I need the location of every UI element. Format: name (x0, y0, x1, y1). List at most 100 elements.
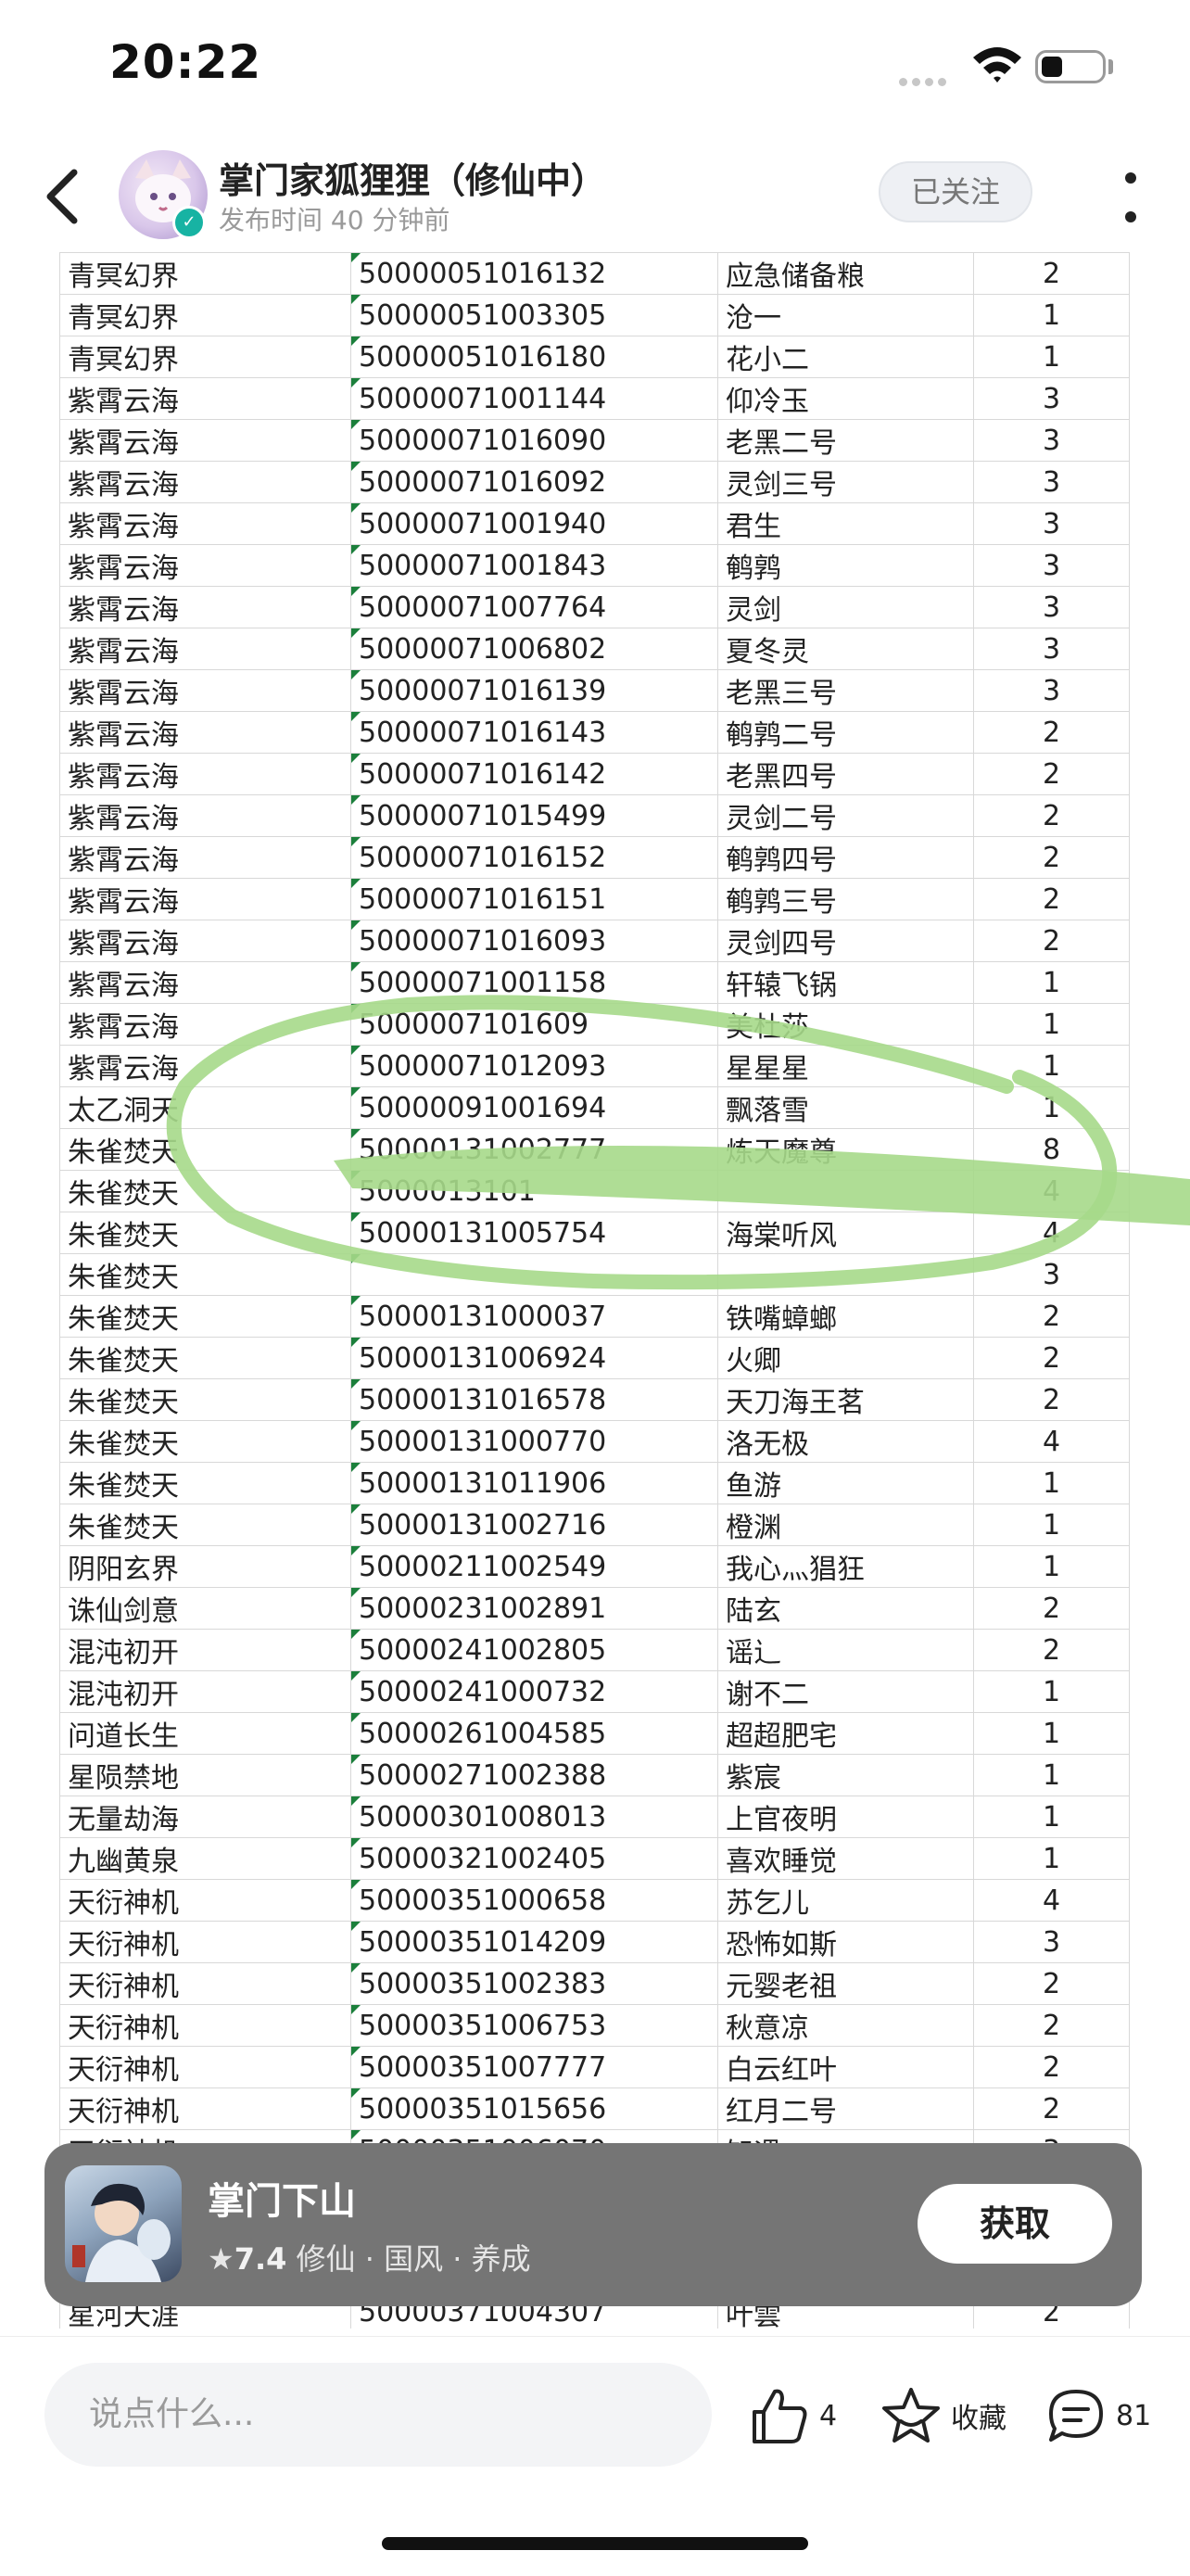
nickname-cell: 红月二号 (717, 2087, 974, 2130)
count-cell: 1 (973, 1837, 1130, 1880)
count-cell: 2 (973, 836, 1130, 879)
table-row: 朱雀焚天 5000013101 4 (59, 1170, 1130, 1212)
nickname-cell: 铁嘴蟑螂 (717, 1295, 974, 1338)
get-app-button[interactable]: 获取 (918, 2184, 1112, 2264)
server-cell: 天衍神机 (59, 2004, 351, 2047)
favorite-label: 收藏 (951, 2403, 1006, 2435)
count-cell: 2 (973, 2087, 1130, 2130)
server-cell: 紫霄云海 (59, 961, 351, 1004)
verified-badge-icon: ✓ (172, 206, 206, 239)
table-row: 紫霄云海 50000071001144 仰冷玉 3 (59, 377, 1130, 420)
nickname-cell: 鹌鹑四号 (717, 836, 974, 879)
comment-input[interactable]: 说点什么... (44, 2363, 712, 2467)
id-cell: 50000261004585 (350, 1712, 718, 1755)
nickname-cell: 沧一 (717, 294, 974, 336)
id-cell: 50000071016093 (350, 920, 718, 962)
count-cell: 1 (973, 1045, 1130, 1087)
id-cell: 50000071001158 (350, 961, 718, 1004)
nickname-cell: 鱼游 (717, 1462, 974, 1504)
table-row: 紫霄云海 50000071016143 鹌鹑二号 2 (59, 711, 1130, 754)
server-cell: 朱雀焚天 (59, 1462, 351, 1504)
follow-button[interactable]: 已关注 (879, 161, 1032, 222)
wifi-icon (973, 47, 1021, 82)
back-arrow-icon[interactable] (37, 159, 93, 234)
nickname-cell: 橙渊 (717, 1504, 974, 1546)
table-row: 朱雀焚天 50000131000037 铁嘴蟑螂 2 (59, 1295, 1130, 1338)
author-name[interactable]: 掌门家狐狸狸（修仙中） (219, 152, 606, 203)
table-row: 紫霄云海 50000071012093 星星星 1 (59, 1045, 1130, 1087)
app-promo-card[interactable]: 掌门下山 ★7.4 修仙 · 国风 · 养成 获取 (44, 2143, 1142, 2306)
table-row: 青冥幻界 50000051003305 沧一 1 (59, 294, 1130, 336)
nickname-cell: 老黑三号 (717, 669, 974, 712)
table-row: 紫霄云海 50000071016139 老黑三号 3 (59, 669, 1130, 712)
nickname-cell: 元婴老祖 (717, 1962, 974, 2005)
count-cell: 3 (973, 502, 1130, 545)
count-cell: 1 (973, 294, 1130, 336)
server-cell: 紫霄云海 (59, 461, 351, 503)
id-cell: 50000351002383 (350, 1962, 718, 2005)
publish-time: 发布时间 40 分钟前 (219, 205, 450, 235)
server-cell: 朱雀焚天 (59, 1295, 351, 1338)
app-meta: ★7.4 修仙 · 国风 · 养成 (208, 2236, 531, 2278)
nickname-cell: 白云红叶 (717, 2046, 974, 2088)
id-cell: 50000071016142 (350, 753, 718, 795)
count-cell: 3 (973, 669, 1130, 712)
id-cell: 50000131002716 (350, 1504, 718, 1546)
nickname-cell: 灵剑 (717, 586, 974, 628)
count-cell: 1 (973, 1545, 1130, 1588)
nickname-cell: 飘落雪 (717, 1086, 974, 1129)
id-cell: 50000301008013 (350, 1796, 718, 1838)
table-row: 朱雀焚天 50000131011906 鱼游 1 (59, 1462, 1130, 1504)
table-row: 朱雀焚天 50000131016578 天刀海王茗 2 (59, 1378, 1130, 1421)
count-cell: 1 (973, 1670, 1130, 1713)
id-cell: 50000131005754 (350, 1212, 718, 1254)
server-cell: 朱雀焚天 (59, 1504, 351, 1546)
nickname-cell: 鹌鹑二号 (717, 711, 974, 754)
count-cell: 2 (973, 878, 1130, 920)
id-cell: 50000071016143 (350, 711, 718, 754)
table-row: 紫霄云海 50000071016142 老黑四号 2 (59, 753, 1130, 795)
table-row: 问道长生 50000261004585 超超肥宅 1 (59, 1712, 1130, 1755)
post-header: ✓ 掌门家狐狸狸（修仙中） 发布时间 40 分钟前 已关注 (0, 139, 1190, 253)
count-cell: 4 (973, 1170, 1130, 1212)
count-cell: 1 (973, 1796, 1130, 1838)
count-cell: 2 (973, 753, 1130, 795)
nickname-cell: 陆玄 (717, 1587, 974, 1630)
nickname-cell: 超超肥宅 (717, 1712, 974, 1755)
table-row: 紫霄云海 50000071001843 鹌鹑 3 (59, 544, 1130, 587)
id-cell: 50000321002405 (350, 1837, 718, 1880)
count-cell: 8 (973, 1128, 1130, 1171)
table-row: 青冥幻界 50000051016132 应急储备粮 2 (59, 252, 1130, 295)
nickname-cell: 灵剑三号 (717, 461, 974, 503)
favorite-button[interactable]: 收藏 (880, 2383, 1006, 2448)
server-cell: 天衍神机 (59, 1879, 351, 1922)
status-bar: 20:22 (0, 0, 1190, 139)
like-count: 4 (819, 2399, 838, 2432)
server-cell: 青冥幻界 (59, 294, 351, 336)
table-row: 朱雀焚天 50000131002777 炼天魔尊 8 (59, 1128, 1130, 1171)
table-row: 天衍神机 50000351007777 白云红叶 2 (59, 2046, 1130, 2088)
id-cell: 50000071015499 (350, 794, 718, 837)
server-cell: 问道长生 (59, 1712, 351, 1755)
count-cell: 3 (973, 586, 1130, 628)
battery-icon (1035, 50, 1106, 83)
app-icon[interactable] (65, 2165, 182, 2282)
table-row: 天衍神机 50000351000658 苏乞儿 4 (59, 1879, 1130, 1922)
comments-button[interactable]: 81 (1045, 2383, 1151, 2448)
nickname-cell: 鹌鹑三号 (717, 878, 974, 920)
id-cell: 50000071007764 (350, 586, 718, 628)
comment-count: 81 (1116, 2399, 1152, 2432)
count-cell: 3 (973, 461, 1130, 503)
app-tags: 修仙 · 国风 · 养成 (296, 2241, 531, 2277)
thumbs-up-icon (753, 2389, 807, 2443)
table-row: 诛仙剑意 50000231002891 陆玄 2 (59, 1587, 1130, 1630)
id-cell: 50000351014209 (350, 1921, 718, 1963)
server-cell: 紫霄云海 (59, 794, 351, 837)
like-button[interactable]: 4 (749, 2383, 837, 2448)
count-cell: 2 (973, 711, 1130, 754)
nickname-cell: 谣辶 (717, 1629, 974, 1671)
server-cell: 青冥幻界 (59, 336, 351, 378)
count-cell: 3 (973, 1921, 1130, 1963)
count-cell: 1 (973, 1003, 1130, 1046)
more-options-icon[interactable] (1121, 165, 1140, 239)
